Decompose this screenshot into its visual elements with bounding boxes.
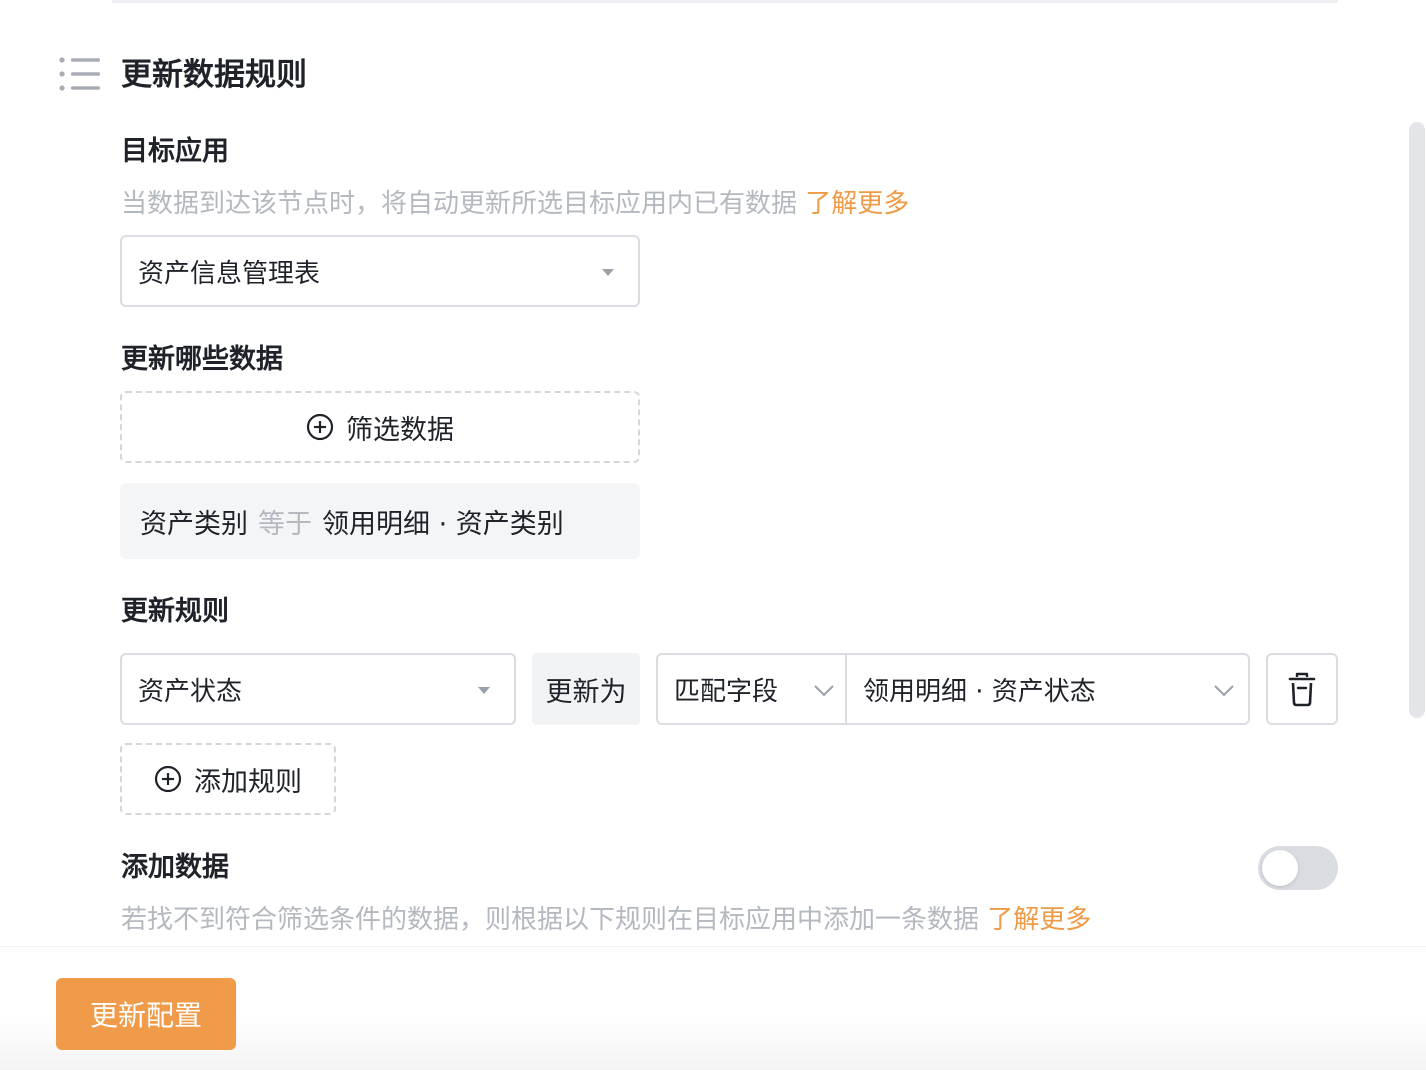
top-divider — [112, 0, 1338, 3]
update-config-button-label: 更新配置 — [89, 999, 202, 1032]
filter-condition[interactable]: 资产类别 等于 领用明细 · 资产类别 — [120, 483, 640, 559]
filter-condition-field: 资产类别 — [140, 508, 248, 540]
add-rule-button-label: 添加规则 — [194, 766, 302, 798]
rule-value-combo[interactable]: 匹配字段 领用明细 · 资产状态 — [656, 653, 1250, 725]
rule-value-text: 领用明细 · 资产状态 — [863, 676, 1096, 707]
add-data-label: 添加数据 — [121, 852, 229, 883]
add-data-description-text: 若找不到符合筛选条件的数据，则根据以下规则在目标应用中添加一条数据 — [121, 905, 980, 935]
which-data-label: 更新哪些数据 — [121, 344, 283, 375]
section-title: 更新数据规则 — [121, 57, 307, 93]
target-app-select[interactable]: 资产信息管理表 — [120, 235, 640, 307]
rule-action-label: 更新为 — [532, 653, 640, 725]
filter-data-button[interactable]: 筛选数据 — [120, 391, 640, 463]
trash-icon — [1288, 672, 1316, 707]
rule-field-value: 资产状态 — [138, 676, 243, 707]
target-app-learn-more-link[interactable]: 了解更多 — [805, 189, 909, 219]
target-app-description-text: 当数据到达该节点时，将自动更新所选目标应用内已有数据 — [121, 189, 798, 219]
rule-action-text: 更新为 — [545, 676, 627, 708]
add-data-toggle[interactable] — [1258, 846, 1338, 890]
delete-rule-button[interactable] — [1266, 653, 1338, 725]
update-rules-label: 更新规则 — [121, 596, 229, 627]
caret-down-icon — [602, 269, 614, 276]
target-app-select-value: 资产信息管理表 — [138, 258, 321, 289]
target-app-label: 目标应用 — [121, 136, 229, 167]
rule-value-select[interactable]: 领用明细 · 资产状态 — [847, 655, 1248, 723]
rule-config-page: 更新数据规则 目标应用 当数据到达该节点时，将自动更新所选目标应用内已有数据 了… — [0, 0, 1426, 1070]
filter-condition-operator: 等于 — [258, 508, 312, 540]
filter-condition-value: 领用明细 · 资产类别 — [322, 508, 564, 540]
toggle-knob — [1262, 850, 1298, 886]
vertical-scrollbar[interactable] — [1409, 122, 1425, 718]
update-config-button[interactable]: 更新配置 — [56, 978, 236, 1050]
caret-down-icon — [478, 687, 490, 694]
rule-mode-value: 匹配字段 — [674, 676, 779, 707]
add-rule-button[interactable]: 添加规则 — [120, 743, 336, 815]
rule-mode-select[interactable]: 匹配字段 — [658, 655, 847, 723]
plus-circle-icon — [154, 765, 182, 793]
plus-circle-icon — [306, 413, 334, 441]
list-icon — [59, 57, 100, 91]
target-app-description: 当数据到达该节点时，将自动更新所选目标应用内已有数据 了解更多 — [121, 186, 909, 222]
chevron-down-icon — [814, 685, 834, 697]
add-data-learn-more-link[interactable]: 了解更多 — [987, 905, 1091, 935]
filter-data-button-label: 筛选数据 — [346, 414, 454, 446]
rule-field-select[interactable]: 资产状态 — [120, 653, 516, 725]
add-data-description: 若找不到符合筛选条件的数据，则根据以下规则在目标应用中添加一条数据 了解更多 — [121, 902, 1091, 938]
chevron-down-icon — [1214, 685, 1234, 697]
